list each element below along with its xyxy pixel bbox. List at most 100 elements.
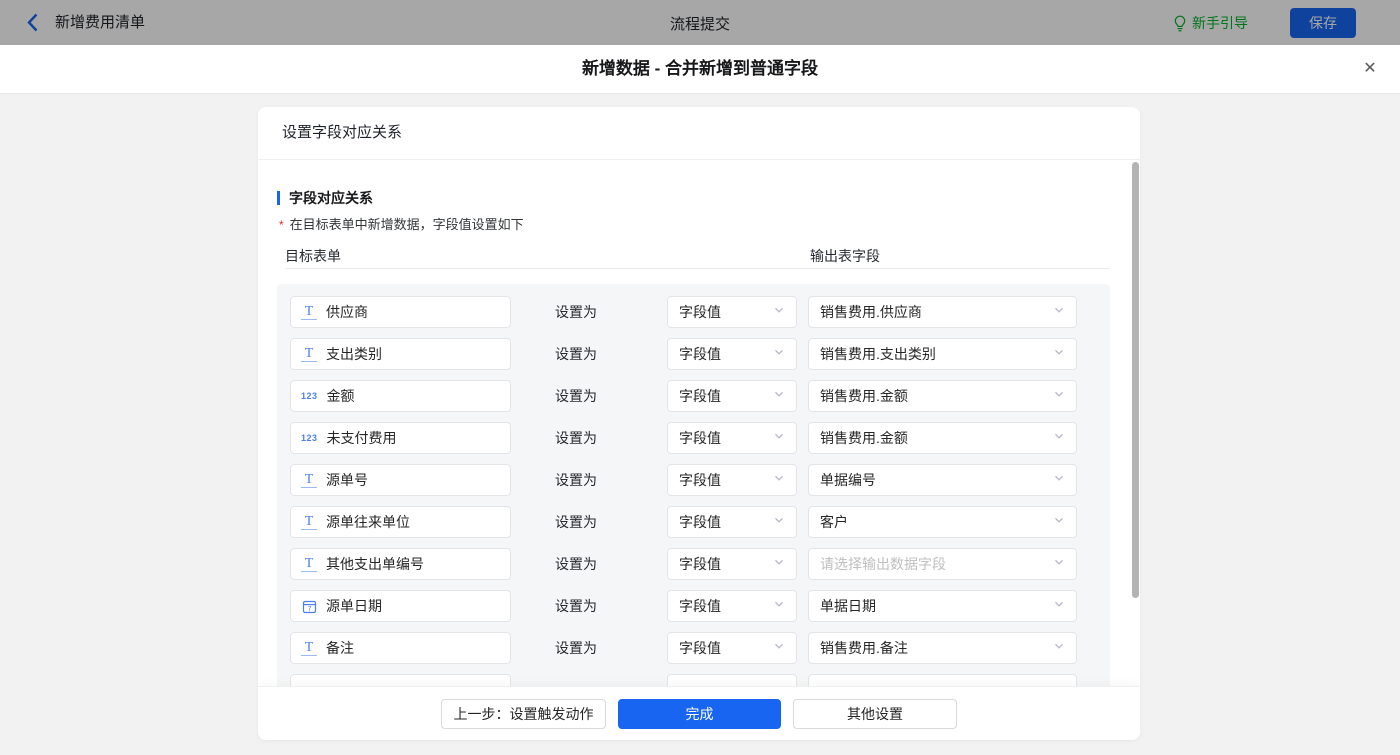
card-header-title: 设置字段对应关系 — [282, 124, 403, 141]
mapping-row: T 供应商 设置为 字段值 销售费用.供应商 — [290, 296, 1097, 328]
mapping-row: T 源单号 设置为 字段值 单据编号 — [290, 464, 1097, 496]
chevron-down-icon — [1053, 555, 1065, 573]
value-type-select[interactable]: 字段值 — [667, 380, 797, 412]
save-button[interactable]: 保存 — [1290, 8, 1356, 38]
date-field-icon: 7 — [301, 599, 317, 614]
done-button[interactable]: 完成 — [618, 698, 781, 729]
target-field-input[interactable]: T 备注 — [290, 632, 511, 664]
mapping-row: 123 金额 设置为 字段值 销售费用.金额 — [290, 380, 1097, 412]
chevron-down-icon — [1053, 597, 1065, 615]
beginner-guide-label: 新手引导 — [1192, 15, 1248, 31]
chevron-down-icon — [773, 345, 785, 363]
value-type-select[interactable]: 字段值 — [667, 548, 797, 580]
output-field-select[interactable]: 客户 — [808, 506, 1077, 538]
field-mapping-card: 设置字段对应关系 字段对应关系 * 在目标表单中新增数据，字段值设置如下 目标表单… — [258, 107, 1140, 740]
text-field-icon: T — [301, 514, 317, 530]
set-as-label: 设置为 — [555, 556, 597, 572]
text-field-icon: T — [301, 472, 317, 488]
set-as-label: 设置为 — [555, 598, 597, 614]
chevron-down-icon — [773, 471, 785, 489]
chevron-down-icon — [1053, 387, 1065, 405]
output-field-select[interactable]: 销售费用.供应商 — [808, 296, 1077, 328]
output-field-select[interactable]: 请选择输出数据字段 — [808, 548, 1077, 580]
target-field-label: 源单往来单位 — [326, 514, 410, 530]
chevron-down-icon — [773, 303, 785, 321]
mapping-note: * 在目标表单中新增数据，字段值设置如下 — [279, 217, 524, 232]
mapping-row: T 支出类别 设置为 字段值 销售费用.支出类别 — [290, 338, 1097, 370]
column-target-form: 目标表单 — [285, 248, 341, 264]
mapping-row: 123 未支付费用 设置为 字段值 销售费用.金额 — [290, 422, 1097, 454]
value-type-select[interactable]: 字段值 — [667, 464, 797, 496]
output-field-select[interactable]: 单据日期 — [808, 590, 1077, 622]
card-header: 设置字段对应关系 — [258, 107, 1140, 160]
text-field-icon: T — [301, 304, 317, 320]
set-as-label: 设置为 — [555, 388, 597, 404]
chevron-down-icon — [1053, 471, 1065, 489]
chevron-down-icon — [1053, 303, 1065, 321]
mapping-rows: T 供应商 设置为 字段值 销售费用.供应商 T 支出类别 设置为 字段值 销售… — [277, 284, 1110, 740]
output-field-select[interactable]: 销售费用.金额 — [808, 380, 1077, 412]
value-type-select[interactable]: 字段值 — [667, 296, 797, 328]
previous-step-button[interactable]: 上一步：设置触发动作 — [441, 698, 606, 729]
chevron-down-icon — [1053, 639, 1065, 657]
chevron-down-icon — [1053, 429, 1065, 447]
chevron-down-icon — [773, 387, 785, 405]
target-field-input[interactable]: 123 金额 — [290, 380, 511, 412]
svg-text:7: 7 — [307, 606, 311, 613]
lightbulb-icon — [1174, 15, 1186, 31]
top-bar: 新增费用清单 流程提交 新手引导 保存 — [0, 0, 1400, 45]
target-field-input[interactable]: T 其他支出单编号 — [290, 548, 511, 580]
set-as-label: 设置为 — [555, 346, 597, 362]
target-field-input[interactable]: T 供应商 — [290, 296, 511, 328]
chevron-down-icon — [773, 555, 785, 573]
target-field-label: 备注 — [326, 640, 354, 656]
value-type-select[interactable]: 字段值 — [667, 590, 797, 622]
section-accent-bar — [277, 191, 280, 205]
target-field-input[interactable]: T 源单往来单位 — [290, 506, 511, 538]
target-field-label: 未支付费用 — [326, 430, 397, 446]
text-field-icon: T — [301, 346, 317, 362]
target-field-input[interactable]: T 支出类别 — [290, 338, 511, 370]
value-type-select[interactable]: 字段值 — [667, 506, 797, 538]
number-field-icon: 123 — [301, 433, 318, 443]
target-field-input[interactable]: T 源单号 — [290, 464, 511, 496]
beginner-guide-button[interactable]: 新手引导 — [1173, 13, 1248, 33]
output-field-select[interactable]: 销售费用.支出类别 — [808, 338, 1077, 370]
target-field-label: 金额 — [326, 388, 355, 404]
target-field-label: 供应商 — [326, 304, 368, 320]
output-field-select[interactable]: 销售费用.备注 — [808, 632, 1077, 664]
set-as-label: 设置为 — [555, 304, 597, 320]
value-type-select[interactable]: 字段值 — [667, 422, 797, 454]
page: 新增费用清单 流程提交 新手引导 保存 新增数据 - 合并新增到普通字段 ✕ 设… — [0, 0, 1400, 755]
set-as-label: 设置为 — [555, 640, 597, 656]
target-field-label: 其他支出单编号 — [326, 556, 424, 572]
chevron-down-icon — [1053, 513, 1065, 531]
output-field-select[interactable]: 单据编号 — [808, 464, 1077, 496]
number-field-icon: 123 — [301, 391, 318, 401]
dialog-title: 新增数据 - 合并新增到普通字段 — [581, 59, 819, 78]
required-mark: * — [279, 218, 284, 232]
header-divider — [285, 268, 1110, 269]
mapping-row: T 其他支出单编号 设置为 字段值 请选择输出数据字段 — [290, 548, 1097, 580]
text-field-icon: T — [301, 640, 317, 656]
target-field-label: 源单号 — [326, 472, 368, 488]
set-as-label: 设置为 — [555, 472, 597, 488]
target-field-input[interactable]: 7 源单日期 — [290, 590, 511, 622]
scrollbar-thumb[interactable] — [1132, 162, 1139, 598]
section-title: 字段对应关系 — [277, 188, 373, 208]
target-field-label: 源单日期 — [326, 598, 382, 614]
output-field-select[interactable]: 销售费用.金额 — [808, 422, 1077, 454]
value-type-select[interactable]: 字段值 — [667, 632, 797, 664]
chevron-down-icon — [773, 597, 785, 615]
text-field-icon: T — [301, 556, 317, 572]
dialog-footer: 上一步：设置触发动作 完成 其他设置 — [258, 686, 1140, 740]
chevron-down-icon — [1053, 345, 1065, 363]
other-settings-button[interactable]: 其他设置 — [793, 698, 957, 729]
chevron-down-icon — [773, 429, 785, 447]
target-field-input[interactable]: 123 未支付费用 — [290, 422, 511, 454]
dialog-header: 新增数据 - 合并新增到普通字段 ✕ — [0, 45, 1400, 94]
value-type-select[interactable]: 字段值 — [667, 338, 797, 370]
close-icon[interactable]: ✕ — [1356, 45, 1384, 93]
mapping-row: 7 源单日期 设置为 字段值 单据日期 — [290, 590, 1097, 622]
column-output-fields: 输出表字段 — [810, 248, 880, 264]
